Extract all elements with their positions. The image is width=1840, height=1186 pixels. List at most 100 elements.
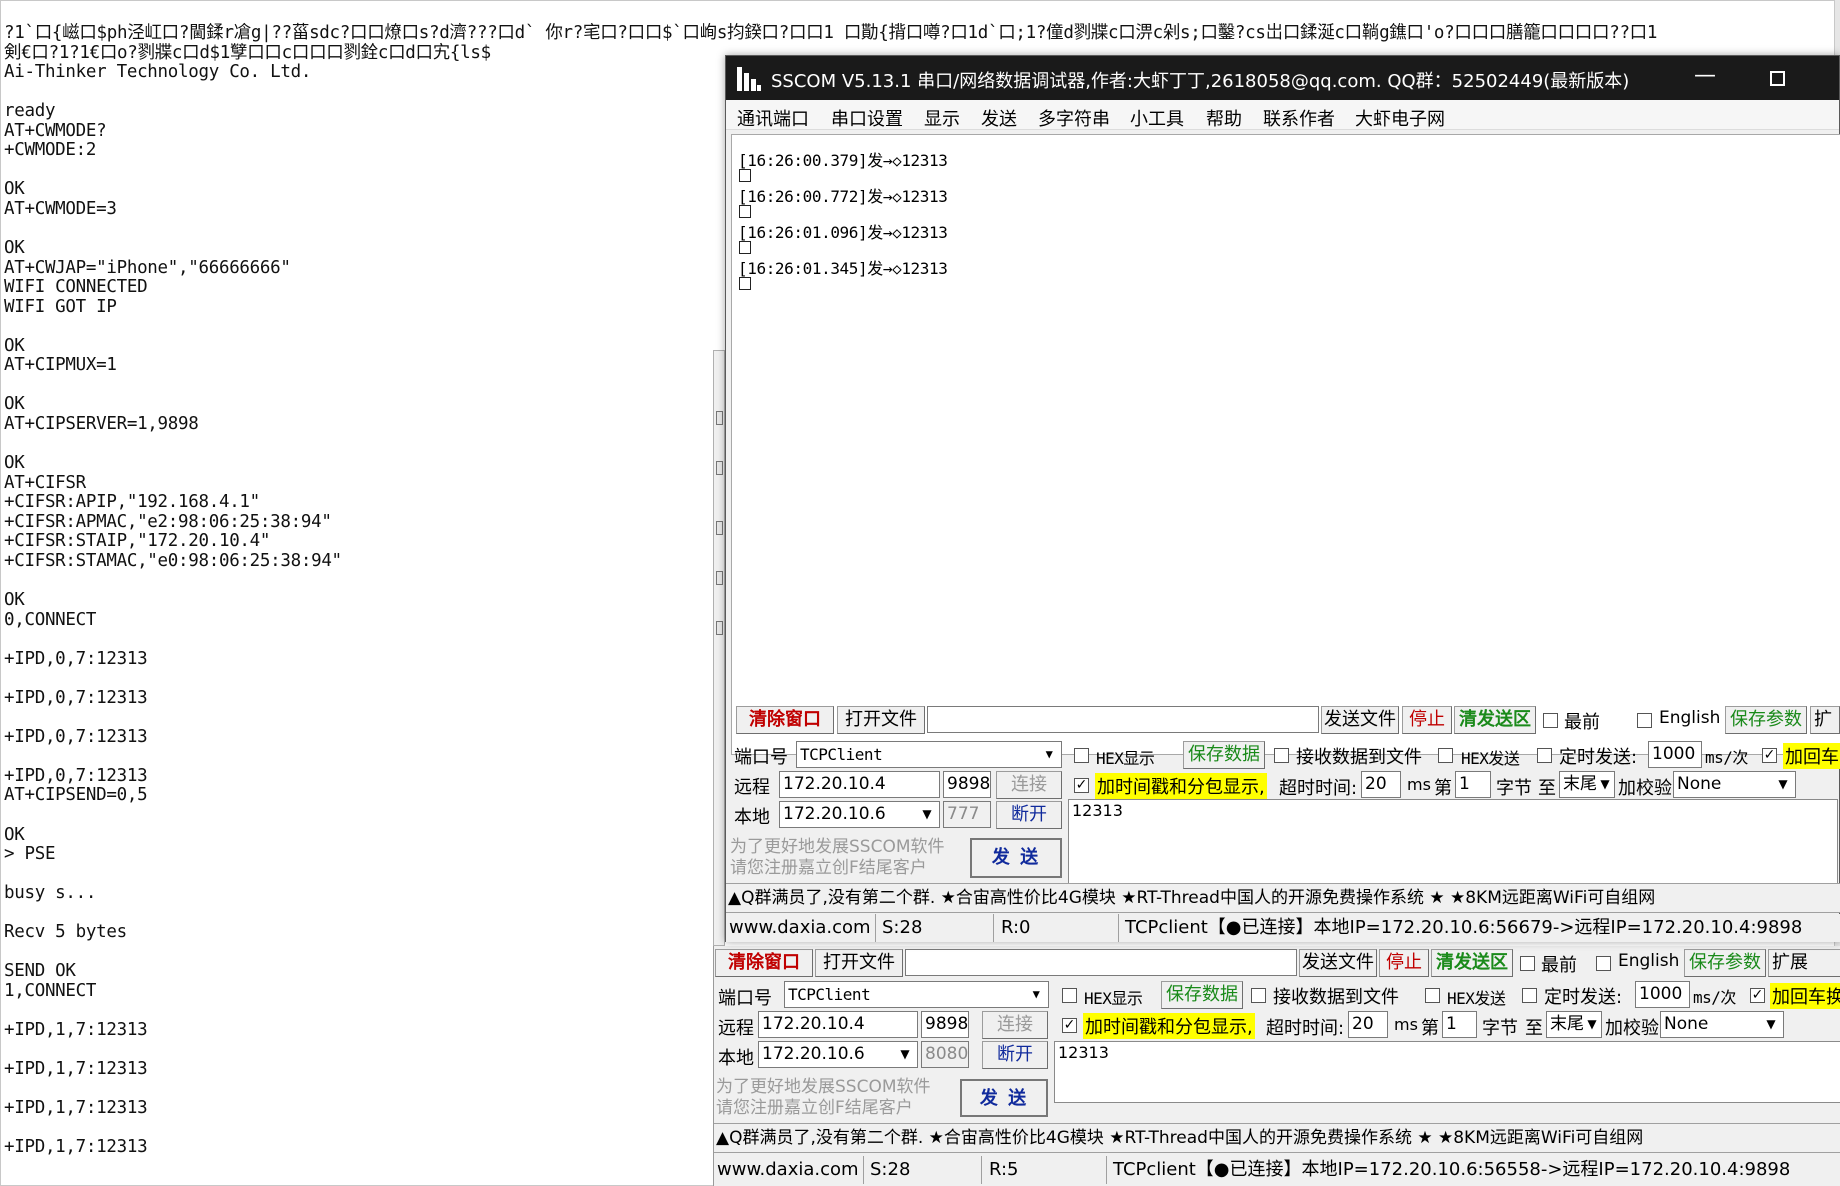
chevron-down-icon: ▼ [900, 1047, 910, 1061]
status-bar: www.daxia.com S:28 R:0 TCPclient【●已连接】本地… [726, 914, 1840, 942]
recv-to-file-checkbox[interactable] [1251, 988, 1266, 1003]
topmost-checkbox[interactable] [1543, 713, 1558, 728]
stop-button[interactable]: 停止 [1402, 706, 1452, 734]
open-file-button[interactable]: 打开文件 [815, 949, 903, 977]
save-params-button[interactable]: 保存参数 [1725, 706, 1807, 734]
stop-button[interactable]: 停止 [1379, 949, 1429, 977]
clear-send-area-button[interactable]: 清发送区 [1454, 706, 1536, 734]
checksum-select[interactable]: None ▼ [1660, 1011, 1784, 1038]
end-select[interactable]: 末尾 ▼ [1559, 771, 1615, 798]
byte-label: 字节 [1496, 778, 1532, 799]
open-file-button[interactable]: 打开文件 [837, 706, 925, 734]
send-button[interactable]: 发 送 [960, 1079, 1048, 1117]
topmost-checkbox[interactable] [1520, 956, 1535, 971]
file-path-field[interactable] [927, 706, 1319, 733]
register-ad-line2[interactable]: 请您注册嘉立创F结尾客户 [730, 858, 927, 878]
scroll-tick [716, 461, 723, 475]
send-button[interactable]: 发 送 [970, 838, 1062, 878]
menu-item-1[interactable]: 串口设置 [831, 105, 903, 131]
lower-window-scrollbar[interactable] [713, 350, 725, 946]
status-website-link[interactable]: www.daxia.com [726, 914, 876, 942]
checksum-select[interactable]: None ▼ [1673, 771, 1796, 798]
remote-ip-input[interactable]: 172.20.10.4 [779, 771, 940, 798]
local-ip-select[interactable]: 172.20.10.6 ▼ [758, 1041, 918, 1068]
menu-item-5[interactable]: 小工具 [1130, 105, 1184, 131]
save-data-button[interactable]: 保存数据 [1183, 741, 1265, 769]
minimize-button[interactable]: — [1685, 59, 1725, 97]
receive-area[interactable]: [16:26:00.379]发→◇12313 [16:26:00.772]发→◇1… [731, 134, 1840, 755]
sscom-second-instance: 清除窗口 打开文件 发送文件 停止 清发送区 最前 English 保存参数 扩… [713, 946, 1840, 1186]
local-port-input[interactable]: 8080 [921, 1041, 969, 1068]
expand-button[interactable]: 扩 [1810, 706, 1840, 734]
remote-port-input[interactable]: 9898 [943, 771, 991, 798]
recv-to-file-label: 接收数据到文件 [1296, 747, 1422, 768]
hex-display-checkbox[interactable] [1062, 988, 1077, 1003]
end-select[interactable]: 末尾 ▼ [1546, 1011, 1602, 1038]
english-checkbox[interactable] [1596, 956, 1611, 971]
recv-to-file-checkbox[interactable] [1274, 748, 1289, 763]
timestamp-checkbox[interactable]: ✓ [1074, 778, 1089, 793]
news-ticker[interactable]: ▲Q群满员了,没有第二个群. ★合宙高性价比4G模块 ★RT-Thread中国人… [726, 883, 1840, 913]
save-data-button[interactable]: 保存数据 [1161, 981, 1243, 1009]
timeout-input[interactable]: 20 [1361, 771, 1401, 798]
hex-send-checkbox[interactable] [1438, 748, 1453, 763]
remote-port-input[interactable]: 9898 [921, 1011, 969, 1038]
expand-button[interactable]: 扩展 [1768, 949, 1840, 977]
clear-send-area-button[interactable]: 清发送区 [1431, 949, 1513, 977]
connect-button[interactable]: 连接 [982, 1011, 1048, 1039]
nth-byte-input[interactable]: 1 [1455, 771, 1491, 798]
save-params-button[interactable]: 保存参数 [1684, 949, 1766, 977]
status-website-link[interactable]: www.daxia.com [714, 1156, 864, 1184]
send-file-button[interactable]: 发送文件 [1299, 949, 1377, 977]
port-value: TCPClient [800, 745, 883, 764]
port-select[interactable]: TCPClient ▼ [796, 741, 1062, 768]
interval-input[interactable]: 1000 [1635, 981, 1690, 1008]
remote-ip-input[interactable]: 172.20.10.4 [758, 1011, 918, 1038]
maximize-button[interactable] [1757, 59, 1797, 97]
timeout-input[interactable]: 20 [1348, 1011, 1388, 1038]
add-crlf-checkbox[interactable]: ✓ [1762, 748, 1777, 763]
checksum-label: 加校验 [1618, 778, 1672, 799]
send-text-area[interactable]: 12313 [1068, 799, 1838, 887]
timestamp-checkbox[interactable]: ✓ [1062, 1018, 1077, 1033]
status-recv-count: R:5 [986, 1156, 1107, 1184]
menu-item-3[interactable]: 发送 [981, 105, 1017, 131]
register-ad-line2[interactable]: 请您注册嘉立创F结尾客户 [716, 1098, 913, 1118]
log-line: +IPD,0,7:12313 [4, 726, 148, 747]
timed-send-checkbox[interactable] [1537, 748, 1552, 763]
end-value: 末尾 [1550, 1014, 1584, 1034]
disconnect-button[interactable]: 断开 [996, 801, 1062, 829]
add-crlf-label: 加回车换 [1770, 983, 1840, 1009]
nth-byte-input[interactable]: 1 [1442, 1011, 1477, 1038]
log-line: +CIFSR:STAIP,"172.20.10.4" [4, 531, 271, 552]
menu-item-4[interactable]: 多字符串 [1038, 105, 1110, 131]
menu-item-8[interactable]: 大虾电子网 [1355, 105, 1445, 131]
send-text-area[interactable]: 12313 [1054, 1041, 1840, 1103]
log-line: WIFI CONNECTED [4, 277, 148, 298]
register-ad-line1[interactable]: 为了更好地发展SSCOM软件 [716, 1077, 931, 1097]
disconnect-button[interactable]: 断开 [982, 1041, 1048, 1069]
local-ip-select[interactable]: 172.20.10.6 ▼ [779, 801, 940, 828]
menu-item-0[interactable]: 通讯端口 [737, 105, 809, 131]
news-ticker[interactable]: ▲Q群满员了,没有第二个群. ★合宙高性价比4G模块 ★RT-Thread中国人… [714, 1123, 1840, 1153]
file-path-field[interactable] [905, 949, 1297, 976]
english-checkbox[interactable] [1637, 713, 1652, 728]
chevron-down-icon: ▼ [1778, 777, 1788, 791]
connect-button[interactable]: 连接 [996, 771, 1062, 799]
clear-window-button[interactable]: 清除窗口 [736, 706, 834, 734]
menu-item-2[interactable]: 显示 [924, 105, 960, 131]
hex-display-checkbox[interactable] [1074, 748, 1089, 763]
menu-item-6[interactable]: 帮助 [1206, 105, 1242, 131]
clear-window-button[interactable]: 清除窗口 [715, 949, 813, 977]
port-select[interactable]: TCPClient ▼ [784, 981, 1049, 1008]
title-bar[interactable]: SSCOM V5.13.1 串口/网络数据调试器,作者:大虾丁丁,2618058… [726, 56, 1839, 100]
menu-item-7[interactable]: 联系作者 [1263, 105, 1335, 131]
log-line: +IPD,0,7:12313 [4, 765, 148, 786]
add-crlf-checkbox[interactable]: ✓ [1750, 988, 1765, 1003]
local-port-input[interactable]: 777 [943, 801, 991, 828]
register-ad-line1[interactable]: 为了更好地发展SSCOM软件 [730, 837, 945, 857]
timed-send-checkbox[interactable] [1522, 988, 1537, 1003]
interval-input[interactable]: 1000 [1648, 741, 1702, 768]
send-file-button[interactable]: 发送文件 [1321, 706, 1399, 734]
hex-send-checkbox[interactable] [1425, 988, 1440, 1003]
